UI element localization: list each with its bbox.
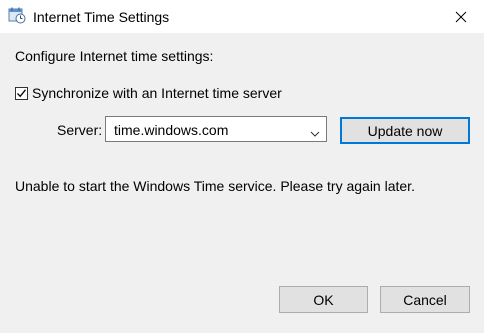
ok-button[interactable]: OK <box>279 286 368 313</box>
checkmark-icon <box>17 88 27 97</box>
server-dropdown[interactable]: time.windows.com <box>105 116 327 142</box>
section-heading: Configure Internet time settings: <box>15 48 214 64</box>
close-button[interactable] <box>438 0 484 33</box>
sync-checkbox-label[interactable]: Synchronize with an Internet time server <box>32 85 282 101</box>
server-label: Server: <box>57 122 103 138</box>
title-bar[interactable]: Internet Time Settings <box>0 0 484 33</box>
status-message: Unable to start the Windows Time service… <box>15 178 415 194</box>
window-title: Internet Time Settings <box>33 9 170 25</box>
chevron-down-icon[interactable] <box>310 125 320 141</box>
close-icon <box>455 11 467 22</box>
sync-checkbox-row[interactable]: Synchronize with an Internet time server <box>15 85 282 101</box>
clock-calendar-icon <box>8 6 26 24</box>
sync-checkbox[interactable] <box>15 86 28 100</box>
update-now-button[interactable]: Update now <box>340 117 470 144</box>
server-dropdown-value: time.windows.com <box>114 122 229 138</box>
internet-time-settings-dialog: Internet Time Settings Configure Interne… <box>0 0 484 333</box>
cancel-button[interactable]: Cancel <box>380 286 470 313</box>
